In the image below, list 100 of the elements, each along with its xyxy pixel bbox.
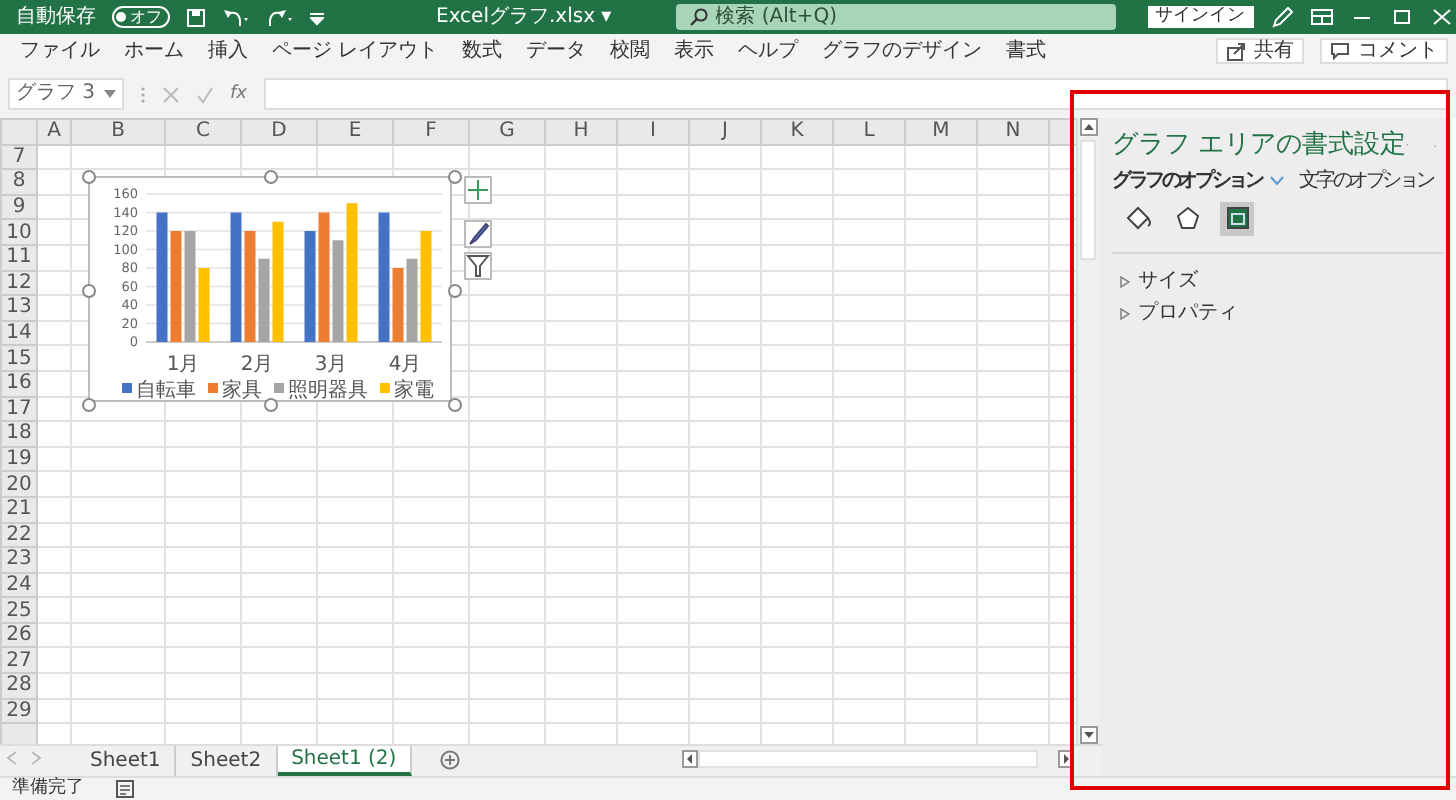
column-header[interactable]: B	[71, 119, 165, 145]
ribbon-tab[interactable]: 数式	[450, 39, 515, 63]
ribbon-tab[interactable]: ページ レイアウト	[260, 39, 451, 63]
row-header[interactable]: 26	[1, 622, 37, 648]
column-header[interactable]: J	[689, 119, 761, 145]
ribbon-tab[interactable]: 書式	[994, 39, 1059, 63]
row-header[interactable]: 10	[1, 219, 37, 245]
search-field[interactable]: 検索 (Alt+Q)	[675, 4, 1116, 30]
row-header[interactable]: 7	[1, 144, 37, 170]
legend-label: 家電	[394, 378, 434, 402]
filter-icon	[466, 254, 490, 278]
column-header[interactable]: I	[617, 119, 689, 145]
ribbon-tab[interactable]: 表示	[662, 39, 727, 63]
row-header[interactable]: 9	[1, 194, 37, 220]
size-properties-icon	[1223, 204, 1251, 233]
row-header[interactable]: 13	[1, 295, 37, 321]
column-header[interactable]: D	[241, 119, 317, 145]
chevron-icon	[1269, 176, 1284, 187]
column-header[interactable]: E	[317, 119, 393, 145]
scroll-left-icon[interactable]	[682, 750, 698, 768]
legend-item: 家具	[208, 380, 262, 402]
row-header[interactable]: 21	[1, 496, 37, 522]
row-header[interactable]: 23	[1, 547, 37, 573]
formula-input[interactable]	[263, 78, 1448, 110]
column-header[interactable]: G	[469, 119, 545, 145]
add-sheet-icon[interactable]	[440, 750, 461, 770]
row-header[interactable]: 27	[1, 647, 37, 674]
column-header[interactable]: F	[393, 119, 469, 145]
ribbon-tab[interactable]: ファイル	[8, 39, 112, 63]
column-header[interactable]: H	[545, 119, 617, 145]
ribbon-display-icon[interactable]	[1309, 8, 1334, 26]
row-header[interactable]: 17	[1, 396, 37, 422]
fill-icon	[1123, 204, 1151, 233]
row-header[interactable]: 25	[1, 597, 37, 623]
comment-icon	[1330, 41, 1350, 61]
row-header[interactable]: 12	[1, 270, 37, 296]
column-header[interactable]: K	[761, 119, 833, 145]
insert-function-button[interactable]: fx	[230, 83, 247, 105]
row-header[interactable]: 14	[1, 320, 37, 346]
redo-icon[interactable]	[266, 7, 294, 27]
macro-record-icon[interactable]	[116, 780, 134, 798]
row-header[interactable]: 15	[1, 345, 37, 371]
scroll-thumb[interactable]	[698, 750, 1038, 768]
ribbon-tab[interactable]: ヘルプ	[726, 39, 811, 63]
ribbon-tab[interactable]: 挿入	[196, 39, 260, 63]
chart-elements-button[interactable]	[464, 176, 492, 204]
row-header[interactable]: 19	[1, 446, 37, 472]
chart-filters-button[interactable]	[464, 252, 492, 280]
dropdown-icon	[104, 90, 116, 98]
option-tab[interactable]: グラフのオプション	[1112, 169, 1284, 194]
collapsed-icon	[1120, 307, 1130, 320]
legend-item: 家電	[380, 380, 434, 402]
comments-button[interactable]: コメント	[1320, 38, 1448, 64]
option-tab[interactable]: 文字のオプション	[1299, 169, 1433, 194]
category-label: 3月	[314, 354, 348, 376]
row-header[interactable]: 18	[1, 421, 37, 447]
customize-icon[interactable]	[310, 9, 324, 25]
row-header[interactable]: 16	[1, 370, 37, 397]
row-header[interactable]: 11	[1, 244, 37, 271]
column-header[interactable]: M	[905, 119, 977, 145]
format-category-tab[interactable]	[1220, 201, 1254, 236]
row-header[interactable]: 8	[1, 169, 37, 195]
row-header[interactable]: 28	[1, 673, 37, 699]
chart-styles-button[interactable]	[464, 220, 492, 248]
column-header[interactable]: N	[977, 119, 1049, 145]
row-header[interactable]: 20	[1, 471, 37, 497]
undo-icon[interactable]	[222, 7, 250, 27]
column-header[interactable]: L	[833, 119, 905, 145]
sheet-tab[interactable]: Sheet1 (2)	[277, 746, 413, 776]
ribbon-tab[interactable]: データ	[514, 39, 599, 63]
scroll-thumb[interactable]	[1080, 140, 1096, 260]
legend-item: 自転車	[122, 380, 196, 402]
ribbon-tab[interactable]: グラフのデザイン	[810, 39, 995, 63]
row-header[interactable]: 29	[1, 698, 37, 724]
legend-item: 照明器具	[274, 380, 368, 402]
column-header[interactable]: C	[165, 119, 241, 145]
ribbon-tab[interactable]: 校閲	[598, 39, 663, 63]
pen-icon[interactable]	[1269, 6, 1294, 28]
save-icon[interactable]	[186, 7, 206, 27]
category-label: 1月	[166, 354, 200, 376]
share-button[interactable]: 共有	[1216, 38, 1304, 64]
section-header[interactable]: プロパティ	[1120, 301, 1444, 326]
scroll-up-icon[interactable]	[1079, 118, 1097, 136]
autosave-toggle[interactable]: オフ	[112, 6, 170, 28]
row-header[interactable]: 22	[1, 522, 37, 548]
scroll-down-icon[interactable]	[1079, 726, 1097, 744]
row-header[interactable]: 24	[1, 572, 37, 598]
autosave-label: 自動保存	[16, 5, 96, 29]
sign-in-button[interactable]: サインイン	[1147, 6, 1254, 28]
name-box[interactable]: グラフ 3	[8, 78, 124, 110]
maximize-icon[interactable]	[1389, 8, 1414, 26]
file-name[interactable]: Excelグラフ.xlsx ▾	[436, 5, 612, 29]
ribbon-tab[interactable]: ホーム	[112, 39, 196, 63]
status-text: 準備完了	[12, 778, 84, 800]
resize-handle[interactable]	[81, 283, 95, 297]
column-header[interactable]: A	[37, 119, 71, 145]
close-icon[interactable]	[1429, 8, 1454, 26]
legend-label: 自転車	[136, 378, 196, 402]
section-header[interactable]: サイズ	[1120, 269, 1444, 294]
category-label: 2月	[240, 354, 274, 376]
